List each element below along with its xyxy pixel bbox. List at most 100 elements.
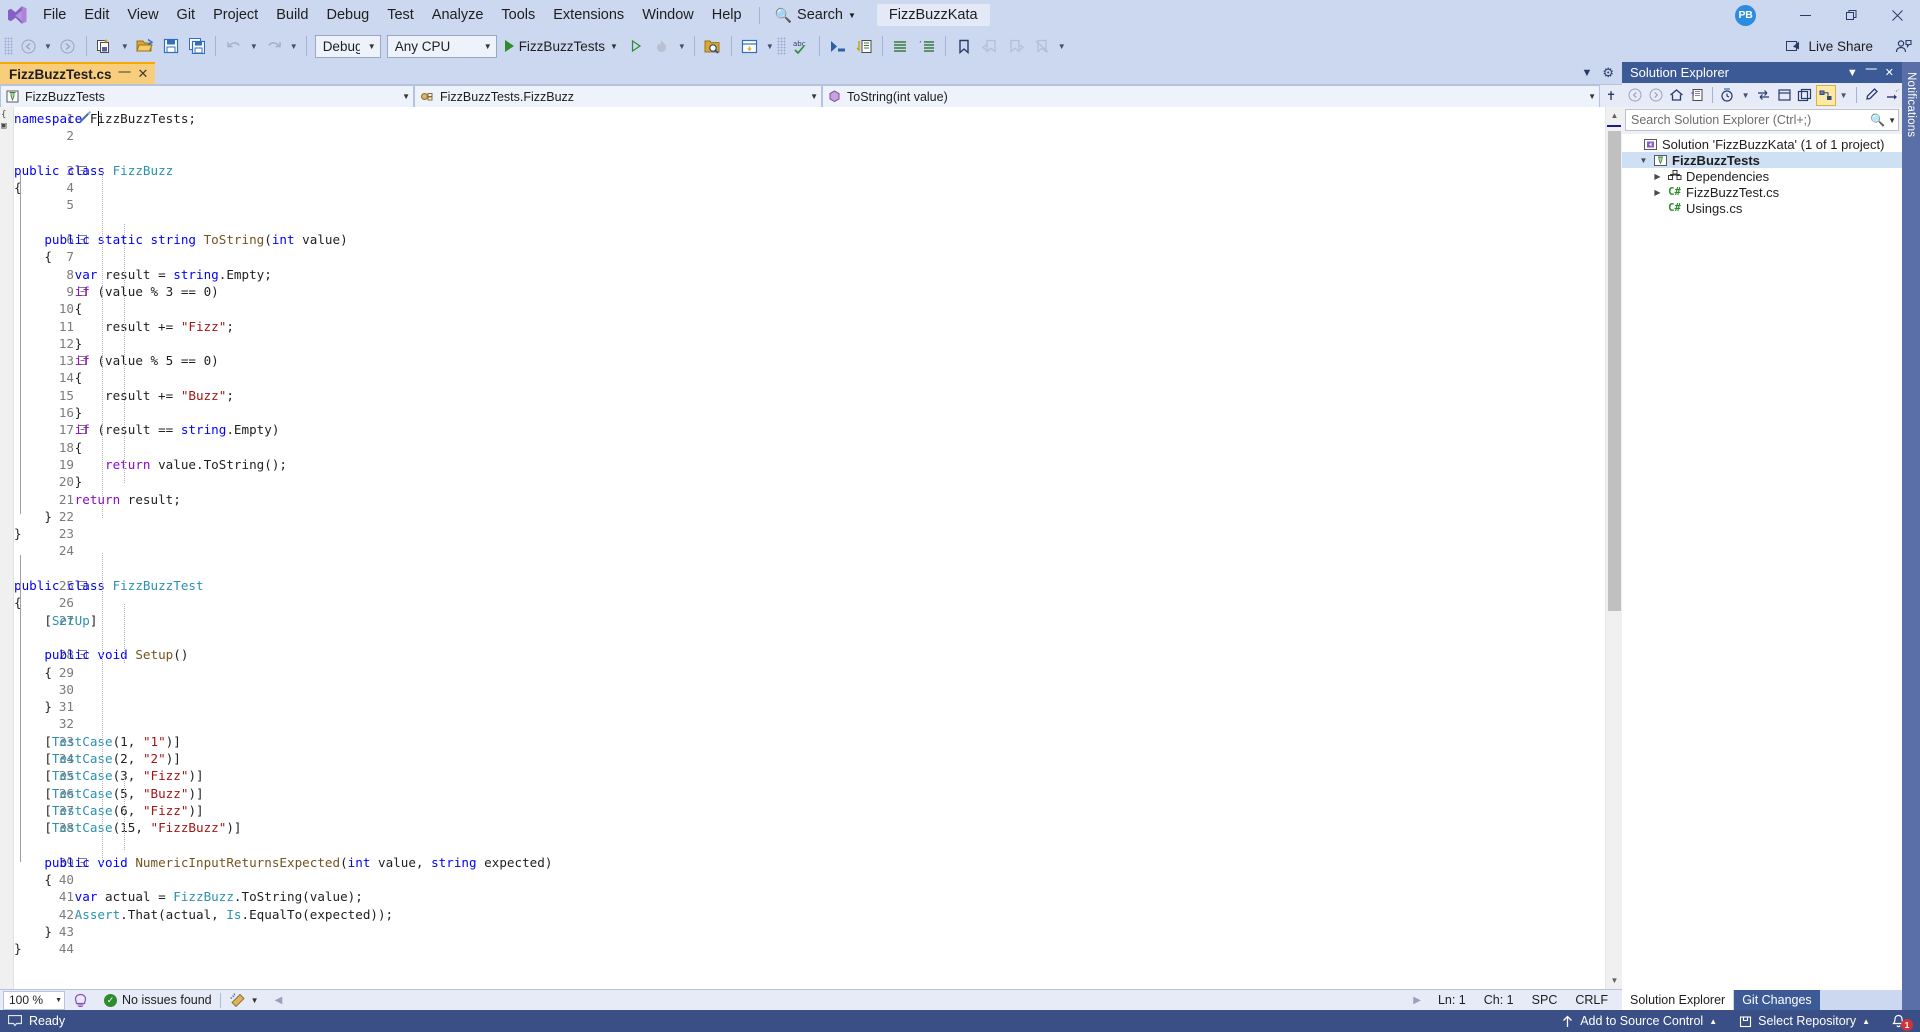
- new-project-dropdown-icon[interactable]: ▼: [118, 33, 132, 59]
- tree-item-dependencies[interactable]: ▶ Dependencies: [1622, 168, 1902, 184]
- document-tab-fizzbuzztest[interactable]: FizzBuzzTest.cs ⎻ ✕: [0, 62, 156, 84]
- tree-expander[interactable]: ▶: [1650, 172, 1665, 181]
- sync-with-active-document-icon[interactable]: [1687, 85, 1707, 106]
- save-icon[interactable]: [158, 33, 184, 59]
- select-repository-button[interactable]: Select Repository ▲: [1728, 1010, 1881, 1032]
- notifications-rail[interactable]: Notifications: [1902, 62, 1920, 1010]
- scroll-down-icon[interactable]: ▼: [1606, 972, 1622, 989]
- navigate-forward-button[interactable]: [55, 33, 81, 59]
- redo-icon[interactable]: [261, 33, 287, 59]
- code-cleanup-button[interactable]: ▼: [221, 992, 267, 1008]
- navbar-type-combo[interactable]: FizzBuzzTests.FizzBuzz ▼: [414, 85, 822, 108]
- bookmark-clear-icon[interactable]: [1029, 33, 1055, 59]
- search-icon[interactable]: 🔍: [1870, 113, 1885, 127]
- start-debugging-button[interactable]: FizzBuzzTests ▼: [500, 33, 623, 59]
- menu-edit[interactable]: Edit: [75, 0, 118, 30]
- preview-selected-items-icon[interactable]: [1861, 85, 1881, 106]
- bookmark-next-icon[interactable]: [1003, 33, 1029, 59]
- find-in-files-icon[interactable]: [700, 33, 726, 59]
- tree-item-fizzbuzztest-cs[interactable]: ▶ C# FizzBuzzTest.cs: [1622, 184, 1902, 200]
- open-file-icon[interactable]: [132, 33, 158, 59]
- solution-platform-combo[interactable]: Any CPU ▼: [386, 34, 497, 58]
- split-view-icon[interactable]: ✝: [1600, 85, 1622, 107]
- new-folder-icon[interactable]: [1795, 85, 1815, 106]
- navigate-backward-dropdown-icon[interactable]: ▼: [41, 33, 55, 59]
- menu-analyze[interactable]: Analyze: [423, 0, 493, 30]
- tab-git-changes[interactable]: Git Changes: [1734, 990, 1820, 1010]
- avatar[interactable]: PB: [1735, 4, 1756, 26]
- pin-icon[interactable]: ⎻: [119, 67, 131, 82]
- tree-expander[interactable]: ▶: [1650, 188, 1665, 197]
- chevron-down-icon[interactable]: ▼: [1577, 67, 1596, 79]
- toolbar-grip-2[interactable]: [776, 37, 786, 55]
- chevron-down-icon[interactable]: ▼: [1885, 116, 1896, 125]
- gear-icon[interactable]: ⚙: [1598, 65, 1618, 81]
- tab-solution-explorer[interactable]: Solution Explorer: [1622, 990, 1734, 1010]
- redo-dropdown-icon[interactable]: ▼: [287, 33, 301, 59]
- bookmark-icon[interactable]: [951, 33, 977, 59]
- show-all-files-icon[interactable]: [1774, 85, 1794, 106]
- source-code[interactable]: namespace FizzBuzzTests; public class Fi…: [14, 110, 1605, 958]
- properties-caret-icon[interactable]: ▼: [1837, 85, 1851, 106]
- window-layout-icon[interactable]: [737, 33, 763, 59]
- navigate-backward-button[interactable]: [15, 33, 41, 59]
- close-button[interactable]: [1874, 0, 1920, 30]
- status-scroll-right-icon[interactable]: ▶: [1405, 995, 1429, 1006]
- quick-actions-icon[interactable]: [78, 110, 92, 124]
- navbar-member-combo[interactable]: ToString(int value) ▼: [822, 85, 1600, 108]
- add-to-source-control-button[interactable]: Add to Source Control ▲: [1550, 1010, 1728, 1032]
- undo-icon[interactable]: [221, 33, 247, 59]
- solution-tree[interactable]: Solution 'FizzBuzzKata' (1 of 1 project)…: [1622, 134, 1902, 990]
- collapse-all-icon[interactable]: [1753, 85, 1773, 106]
- scroll-up-icon[interactable]: ▲: [1606, 107, 1622, 124]
- pending-changes-caret-icon[interactable]: ▼: [1739, 85, 1753, 106]
- chevron-down-icon[interactable]: ▼: [1843, 67, 1862, 79]
- close-icon[interactable]: ✕: [1881, 66, 1898, 79]
- menu-tools[interactable]: Tools: [492, 0, 544, 30]
- minimize-button[interactable]: [1782, 0, 1828, 30]
- solution-configuration-combo[interactable]: Debug ▼: [314, 34, 381, 58]
- step-into-icon[interactable]: [825, 33, 851, 59]
- intellicode-indicator[interactable]: [65, 993, 96, 1008]
- notifications-button[interactable]: 1: [1881, 1010, 1920, 1032]
- bookmark-prev-icon[interactable]: [977, 33, 1003, 59]
- hot-reload-dropdown-icon[interactable]: ▼: [675, 33, 689, 59]
- tree-item-solution[interactable]: Solution 'FizzBuzzKata' (1 of 1 project): [1622, 136, 1902, 152]
- window-layout-dropdown-icon[interactable]: ▼: [763, 33, 777, 59]
- menu-extensions[interactable]: Extensions: [544, 0, 633, 30]
- menu-debug[interactable]: Debug: [317, 0, 378, 30]
- tree-item-fizzbuzztests[interactable]: ▼ FizzBuzzTests: [1622, 152, 1902, 168]
- menu-project[interactable]: Project: [204, 0, 267, 30]
- undo-dropdown-icon[interactable]: ▼: [247, 33, 261, 59]
- menu-build[interactable]: Build: [267, 0, 317, 30]
- new-project-icon[interactable]: [92, 33, 118, 59]
- pin-icon[interactable]: ⎻: [1862, 66, 1881, 79]
- status-scroll-left-icon[interactable]: ◀: [267, 995, 291, 1006]
- global-search-box[interactable]: 🔍 Search ▼: [768, 4, 863, 26]
- menu-window[interactable]: Window: [633, 0, 703, 30]
- forward-icon[interactable]: [1646, 85, 1666, 106]
- tree-item-usings-cs[interactable]: C# Usings.cs: [1622, 200, 1902, 216]
- back-icon[interactable]: [1625, 85, 1645, 106]
- restore-button[interactable]: [1828, 0, 1874, 30]
- pending-changes-filter-icon[interactable]: [1718, 85, 1738, 106]
- menu-view[interactable]: View: [118, 0, 167, 30]
- zoom-level-combo[interactable]: 100 % ▼: [3, 990, 65, 1010]
- scrollbar-thumb[interactable]: [1608, 131, 1621, 611]
- code-surface[interactable]: 1 2 3 4 5 6 7 8 9 10 11 12 13 14 15 16 1…: [14, 107, 1605, 989]
- code-editor[interactable]: {▣ 1 2 3 4 5 6 7 8 9 10 11 12 13 14 15 1…: [0, 107, 1622, 989]
- uncomment-icon[interactable]: ’: [914, 33, 940, 59]
- hot-reload-icon[interactable]: [649, 33, 675, 59]
- editor-vertical-scrollbar[interactable]: ▲ ▼: [1605, 107, 1622, 989]
- close-icon[interactable]: ✕: [138, 66, 149, 82]
- issues-indicator[interactable]: ✓ No issues found: [96, 993, 220, 1007]
- start-without-debugging-icon[interactable]: [623, 33, 649, 59]
- home-icon[interactable]: [1666, 85, 1686, 106]
- indent-icon[interactable]: [851, 33, 877, 59]
- navbar-project-combo[interactable]: FizzBuzzTests ▼: [0, 85, 414, 108]
- indicator-margin[interactable]: {▣: [0, 107, 14, 989]
- menu-git[interactable]: Git: [168, 0, 205, 30]
- solution-explorer-search[interactable]: Search Solution Explorer (Ctrl+;) 🔍 ▼: [1625, 109, 1899, 131]
- menu-file[interactable]: File: [34, 0, 75, 30]
- live-share-button[interactable]: Live Share: [1778, 33, 1920, 59]
